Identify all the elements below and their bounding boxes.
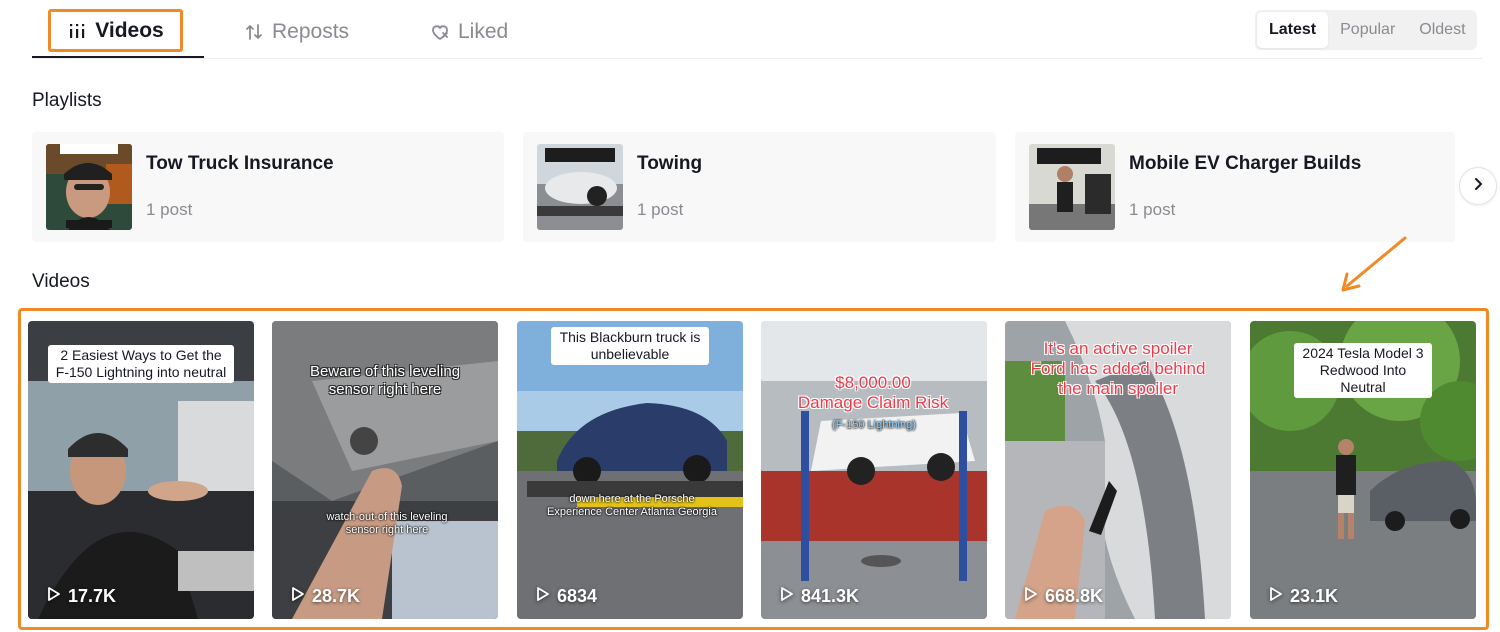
video-caption: It's an active spoiler Ford has added be…	[1030, 339, 1206, 398]
play-icon	[1268, 586, 1284, 607]
videos-grid-icon	[67, 21, 87, 41]
sort-toggle: Latest Popular Oldest	[1255, 10, 1477, 50]
view-count-text: 28.7K	[312, 586, 361, 606]
playlist-name: Towing	[637, 153, 703, 174]
playlist-thumbnail	[537, 144, 623, 230]
video-caption: 2 Easiest Ways to Get the F-150 Lightnin…	[48, 345, 234, 383]
video-card[interactable]: 2 Easiest Ways to Get the F-150 Lightnin…	[28, 321, 254, 619]
playlist-post-count: 1 post	[146, 200, 193, 219]
tab-liked-label: Liked	[458, 20, 509, 43]
sort-latest-button[interactable]: Latest	[1257, 12, 1329, 48]
tab-videos[interactable]: Videos	[48, 9, 183, 52]
video-thumbnail	[761, 321, 987, 619]
playlist-post-count: 1 post	[637, 200, 684, 219]
caption-title: Damage Claim Risk	[797, 393, 949, 412]
play-icon	[290, 586, 306, 607]
playlist-thumbnail	[46, 144, 132, 230]
video-card[interactable]: This Blackburn truck is unbelievable dow…	[517, 321, 743, 619]
view-count-text: 23.1K	[1290, 586, 1339, 606]
playlist-card-tow-truck-insurance[interactable]: Tow Truck Insurance 1 post	[32, 132, 504, 242]
video-card[interactable]: 2024 Tesla Model 3 Redwood Into Neutral …	[1250, 321, 1476, 619]
annotation-arrow-icon	[1341, 236, 1407, 292]
playlist-name: Mobile EV Charger Builds	[1129, 153, 1362, 174]
caption-amount: $8,000.00	[835, 373, 911, 392]
view-count: 23.1K	[1268, 586, 1338, 607]
video-caption: This Blackburn truck is unbelievable	[551, 327, 709, 365]
playlist-card-mobile-ev-charger-builds[interactable]: Mobile EV Charger Builds 1 post	[1015, 132, 1455, 242]
tab-reposts[interactable]: Reposts	[244, 10, 349, 54]
video-card[interactable]: $8,000.00 Damage Claim Risk (F-150 Light…	[761, 321, 987, 619]
view-count: 6834	[535, 586, 597, 607]
view-count: 28.7K	[290, 586, 360, 607]
playlist-name: Tow Truck Insurance	[146, 153, 334, 174]
video-subcaption: watch-out-of this leveling sensor right …	[326, 511, 448, 536]
video-subcaption: (F-150 Lightning)	[832, 419, 916, 431]
liked-heart-icon	[430, 22, 450, 42]
view-count-text: 17.7K	[68, 586, 117, 606]
playlist-thumbnail	[1029, 144, 1115, 230]
view-count: 668.8K	[1023, 586, 1103, 607]
view-count: 841.3K	[779, 586, 859, 607]
chevron-right-icon	[1471, 177, 1485, 196]
tab-videos-label: Videos	[95, 18, 164, 42]
play-icon	[1023, 586, 1039, 607]
playlist-post-count: 1 post	[1129, 200, 1176, 219]
sort-popular-button[interactable]: Popular	[1328, 12, 1407, 48]
playlists-next-button[interactable]	[1459, 167, 1497, 205]
video-thumbnail	[517, 321, 743, 619]
tab-liked[interactable]: Liked	[430, 10, 508, 54]
playlists-heading: Playlists	[32, 90, 102, 111]
play-icon	[535, 586, 551, 607]
video-caption: $8,000.00 Damage Claim Risk	[773, 373, 973, 413]
tab-reposts-label: Reposts	[272, 20, 350, 43]
video-caption: Beware of this leveling sensor right her…	[309, 363, 461, 398]
sort-oldest-button[interactable]: Oldest	[1407, 12, 1477, 48]
repost-icon	[244, 22, 264, 42]
video-card[interactable]: It's an active spoiler Ford has added be…	[1005, 321, 1231, 619]
play-icon	[46, 586, 62, 607]
view-count-text: 6834	[557, 586, 598, 606]
view-count: 17.7K	[46, 586, 116, 607]
video-caption: 2024 Tesla Model 3 Redwood Into Neutral	[1294, 343, 1432, 398]
view-count-text: 841.3K	[801, 586, 860, 606]
videos-heading: Videos	[32, 271, 90, 292]
view-count-text: 668.8K	[1045, 586, 1104, 606]
playlist-card-towing[interactable]: Towing 1 post	[523, 132, 996, 242]
play-icon	[779, 586, 795, 607]
video-card[interactable]: Beware of this leveling sensor right her…	[272, 321, 498, 619]
video-subcaption: down here at the Porsche Experience Cent…	[547, 493, 717, 518]
tabs-divider	[32, 58, 1482, 59]
